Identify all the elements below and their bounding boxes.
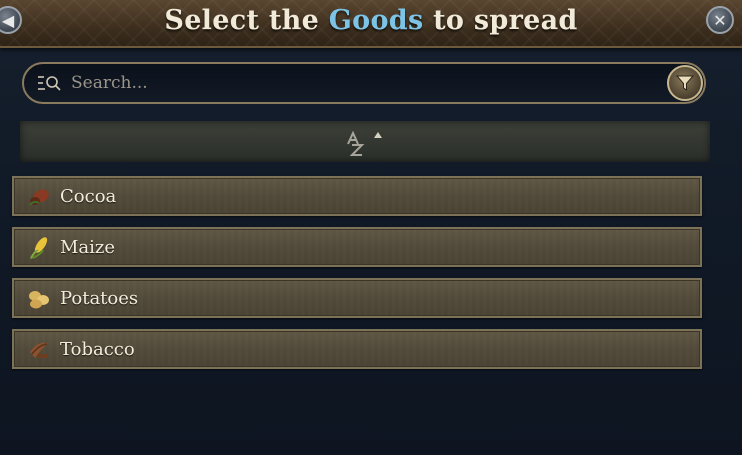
sort-bar [20,121,710,162]
goods-label: Tobacco [60,339,135,360]
search-input[interactable] [71,71,631,95]
search-bar [22,62,706,104]
funnel-filter-icon [675,75,695,91]
close-icon: ✕ [713,10,727,30]
dialog-title: Select the Goods to spread [0,5,742,36]
maize-icon [30,237,48,259]
sort-alphabetical-icon[interactable] [344,129,386,157]
goods-label: Maize [60,237,116,258]
goods-label: Cocoa [60,186,117,207]
title-prefix: Select the [164,5,329,36]
goods-list: Cocoa Maize Potatoes Tobacco [12,176,702,380]
list-item-tobacco[interactable]: Tobacco [12,329,702,369]
title-highlight: Goods [328,5,424,36]
cocoa-icon [29,189,49,206]
potatoes-icon [29,291,49,309]
filter-button[interactable] [667,65,703,101]
list-item-cocoa[interactable]: Cocoa [12,176,702,216]
list-item-potatoes[interactable]: Potatoes [12,278,702,318]
close-button[interactable]: ✕ [706,6,734,34]
title-suffix: to spread [423,5,578,36]
dialog-header: ◀ Select the Goods to spread ✕ [0,0,742,48]
search-list-icon [38,76,61,91]
goods-label: Potatoes [60,288,139,309]
tobacco-icon [30,342,48,358]
list-item-maize[interactable]: Maize [12,227,702,267]
